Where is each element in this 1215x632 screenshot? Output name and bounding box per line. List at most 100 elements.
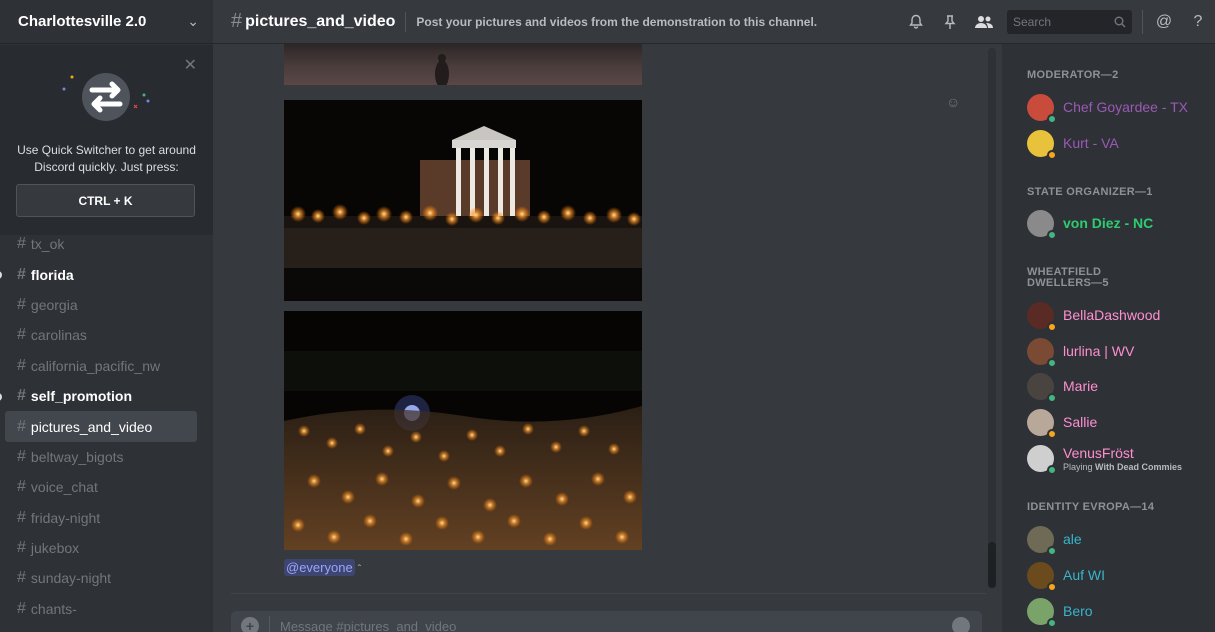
avatar (1027, 372, 1057, 403)
member-item[interactable]: lurlina | WV (1027, 334, 1207, 368)
avatar (1027, 93, 1057, 124)
server-name: Charlottesville 2.0 (18, 13, 147, 30)
channel-item-california-pacific-nw[interactable]: # california_pacific_nw (5, 351, 197, 381)
member-item[interactable]: ale (1027, 522, 1207, 556)
channel-item-sunday-night[interactable]: # sunday-night (5, 563, 197, 593)
channel-item-tx-ok[interactable]: # tx_ok (5, 229, 197, 259)
hash-icon: # (17, 569, 26, 587)
hash-icon: # (17, 235, 26, 253)
pin-icon[interactable] (933, 8, 967, 36)
member-item[interactable]: Marie (1027, 369, 1207, 403)
hash-icon: # (17, 447, 26, 465)
avatar (1027, 301, 1057, 332)
attachment-image[interactable] (284, 44, 642, 88)
status-online-icon (1047, 357, 1057, 368)
avatar (1027, 129, 1057, 160)
channel-item-voice-chat[interactable]: # voice_chat (5, 472, 197, 502)
member-item[interactable]: Bero (1027, 594, 1207, 628)
channel-label: beltway_bigots (30, 448, 124, 465)
channel-item-carolinas[interactable]: # carolinas (5, 320, 197, 350)
everyone-mention[interactable]: @everyone (284, 559, 355, 576)
member-activity: Playing With Dead Commies (1063, 462, 1182, 472)
search-placeholder: Search (1013, 14, 1052, 29)
channel-label: carolinas (30, 327, 87, 344)
channel-label: florida (30, 266, 74, 283)
member-name: Auf WI (1063, 567, 1106, 583)
channel-topic: Post your pictures and videos from the d… (416, 14, 818, 29)
avatar (1027, 525, 1057, 556)
member-item[interactable]: Auf WI (1027, 558, 1207, 592)
header-divider (1142, 9, 1143, 34)
member-item[interactable]: Chef Goyardee - TX (1027, 90, 1207, 124)
member-item[interactable]: Sallie (1027, 405, 1207, 439)
channel-label: georgia (30, 296, 78, 313)
header-divider (405, 11, 407, 32)
member-name: Bero (1063, 603, 1093, 619)
upload-plus-icon[interactable]: + (241, 617, 259, 632)
member-name: Sallie (1063, 414, 1098, 430)
attachment-image[interactable] (284, 100, 642, 301)
edited-caret-icon: ˆ (357, 564, 362, 575)
channel-label: sunday-night (30, 570, 112, 587)
search-input[interactable]: Search (1007, 9, 1132, 34)
member-list: MODERATOR—2 Chef Goyardee - TX Kurt - VA… (1002, 44, 1215, 632)
message-scrollbar[interactable] (988, 48, 996, 588)
emoji-icon[interactable] (952, 617, 970, 632)
quick-switcher-text: Use Quick Switcher to get around Discord… (17, 143, 196, 174)
status-online-icon (1047, 545, 1057, 556)
close-icon[interactable]: ✕ (184, 55, 197, 75)
hash-icon: # (231, 10, 243, 32)
member-group-label: STATE ORGANIZER—1 (1027, 186, 1153, 198)
message-list: ☺ @everyone ˆ (213, 44, 998, 604)
avatar (1027, 209, 1057, 240)
member-item[interactable]: VenusFröst Playing With Dead Commies (1027, 441, 1207, 475)
member-name: ale (1063, 531, 1082, 547)
server-header[interactable]: Charlottesville 2.0 ⌄ (0, 0, 213, 44)
avatar (1027, 408, 1057, 439)
quick-switcher-tip: ✕ Use Quick Switcher to get around Disco… (0, 45, 213, 235)
member-name: lurlina | WV (1063, 343, 1135, 359)
photo-content (435, 54, 449, 88)
member-item[interactable]: BellaDashwood (1027, 298, 1207, 332)
add-reaction-icon[interactable]: ☺ (946, 94, 960, 110)
photo-content (284, 100, 642, 301)
members-icon[interactable] (967, 8, 1001, 36)
channel-label: pictures_and_video (30, 418, 153, 435)
photo-content (284, 311, 642, 550)
channel-sidebar: Charlottesville 2.0 ⌄ ✕ Use Quick Switch… (0, 0, 213, 632)
hash-icon: # (17, 295, 26, 313)
member-name: VenusFröst (1063, 444, 1134, 461)
channel-header: # pictures_and_video Post your pictures … (213, 0, 1215, 44)
channel-item-jukebox[interactable]: # jukebox (5, 533, 197, 563)
channel-item-self-promotion[interactable]: # self_promotion (0, 381, 197, 411)
avatar (1027, 561, 1057, 592)
channel-list: # tx_ok # florida # georgia # carolinas # cal… (0, 229, 213, 624)
member-name: BellaDashwood (1063, 307, 1161, 323)
chevron-down-icon[interactable]: ⌄ (187, 13, 199, 30)
mention-icon[interactable]: @ (1147, 8, 1181, 36)
channel-item-pictures-and-video[interactable]: # pictures_and_video (5, 411, 197, 442)
channel-item-florida[interactable]: # florida (0, 259, 197, 289)
hash-icon: # (17, 387, 26, 405)
channel-item-friday-night[interactable]: # friday-night (5, 503, 197, 533)
status-online-icon (1047, 113, 1057, 124)
member-item[interactable]: Kurt - VA (1027, 126, 1207, 160)
attachment-image[interactable] (284, 311, 642, 550)
avatar (1027, 444, 1057, 475)
scrollbar-thumb[interactable] (988, 542, 996, 588)
status-idle-icon (1047, 321, 1057, 332)
status-online-icon (1047, 617, 1057, 628)
channel-item-chants[interactable]: # chants- (5, 594, 197, 624)
member-group-label: IDENTITY EVROPA—14 (1027, 501, 1155, 513)
member-item[interactable]: von Diez - NC (1027, 206, 1207, 240)
status-online-icon (1047, 464, 1057, 475)
channel-item-beltway-bigots[interactable]: # beltway_bigots (5, 442, 197, 472)
help-icon[interactable]: ? (1181, 8, 1215, 36)
bell-icon[interactable] (899, 8, 933, 36)
quick-switcher-shortcut[interactable]: CTRL + K (16, 184, 195, 217)
message-composer[interactable]: + Message #pictures_and_video (231, 611, 982, 632)
channel-label: california_pacific_nw (30, 357, 161, 374)
channel-item-georgia[interactable]: # georgia (5, 290, 197, 320)
member-group-label: WHEATFIELD DWELLERS—5 (1027, 266, 1109, 289)
member-name: Marie (1063, 378, 1099, 394)
